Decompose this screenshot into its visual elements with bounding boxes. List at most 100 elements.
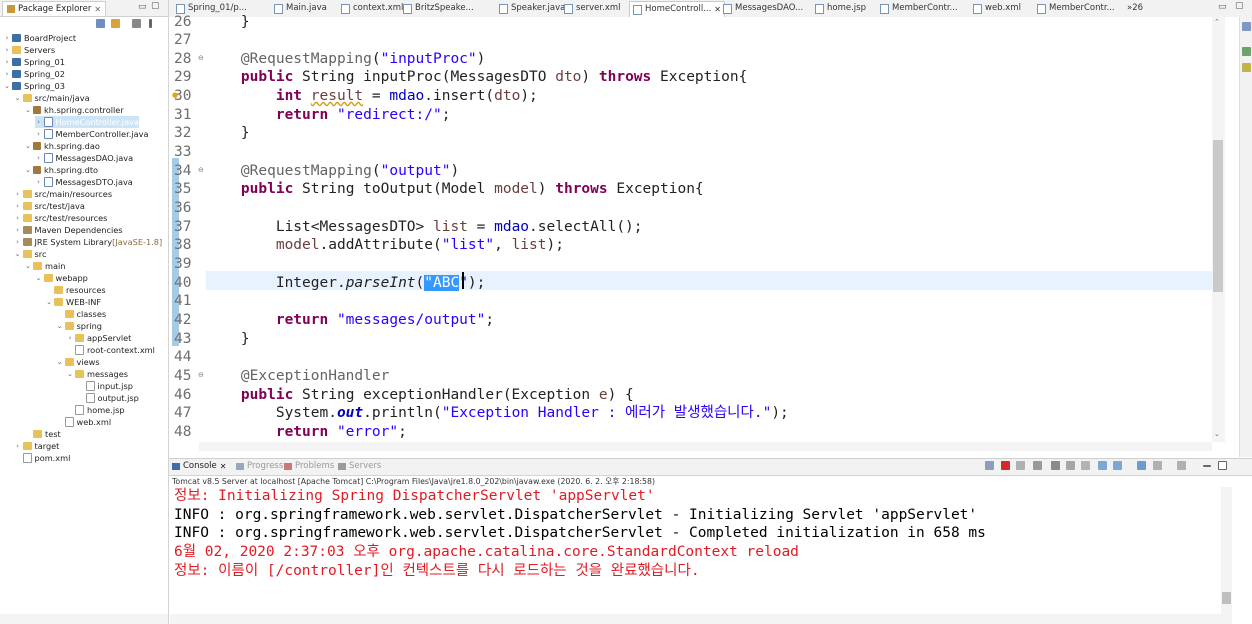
fold-icon[interactable]: ⊖ bbox=[198, 166, 204, 174]
code-line[interactable]: 29 public String inputProc(MessagesDTO d… bbox=[174, 68, 747, 87]
tree-item[interactable]: ⌄ views bbox=[56, 356, 100, 368]
console-tab[interactable]: Servers bbox=[338, 461, 381, 471]
chevron-down-icon[interactable]: ⌄ bbox=[3, 80, 11, 92]
chevron-right-icon[interactable]: › bbox=[3, 56, 11, 68]
maximize-icon[interactable]: ▢ bbox=[1235, 1, 1244, 11]
tree-item[interactable]: › src/test/resources bbox=[14, 212, 107, 224]
editor-tab[interactable]: MemberContr... bbox=[880, 1, 958, 16]
open-console-icon[interactable] bbox=[1177, 461, 1186, 470]
code-line[interactable]: 42 return "messages/output"; bbox=[174, 311, 494, 330]
clear-console-icon[interactable] bbox=[1051, 461, 1060, 470]
editor-tab[interactable]: Main.java bbox=[274, 1, 327, 16]
tree-item[interactable]: root-context.xml bbox=[66, 344, 155, 356]
close-icon[interactable]: ✕ bbox=[714, 2, 721, 17]
chevron-down-icon[interactable]: ⌄ bbox=[24, 260, 32, 272]
selected-text[interactable]: "ABC bbox=[424, 274, 460, 291]
chevron-right-icon[interactable]: › bbox=[66, 332, 74, 344]
tree-item[interactable]: output.jsp bbox=[77, 392, 139, 404]
collapse-all-icon[interactable] bbox=[96, 19, 105, 28]
chevron-right-icon[interactable]: › bbox=[3, 44, 11, 56]
outline-icon[interactable] bbox=[1242, 22, 1251, 31]
code-line[interactable]: 48 return "error"; bbox=[174, 423, 407, 442]
editor-scroll-thumb[interactable] bbox=[1213, 140, 1223, 292]
remove-all-terminated-icon[interactable] bbox=[1033, 461, 1042, 470]
chevron-down-icon[interactable]: ⌄ bbox=[24, 140, 32, 152]
code-line[interactable]: 37 List<MessagesDTO> list = mdao.selectA… bbox=[174, 218, 643, 237]
tree-item[interactable]: › JRE System Library [JavaSE-1.8] bbox=[14, 236, 162, 248]
editor-tab[interactable]: context.xml bbox=[341, 1, 403, 16]
editor-tab[interactable]: HomeControll... ✕ bbox=[629, 1, 725, 17]
chevron-right-icon[interactable]: › bbox=[35, 116, 43, 128]
console-scroll-thumb[interactable] bbox=[1222, 592, 1231, 604]
code-line[interactable]: 38 model.addAttribute("list", list); bbox=[174, 236, 564, 255]
scroll-down-icon[interactable]: ⌄ bbox=[1214, 430, 1220, 438]
editor-tab[interactable]: home.jsp bbox=[815, 1, 866, 16]
tree-item[interactable]: › Spring_01 bbox=[3, 56, 65, 68]
word-wrap-icon[interactable] bbox=[1081, 461, 1090, 470]
editor-tab[interactable]: Speaker.java bbox=[499, 1, 565, 16]
tree-item[interactable]: ⌄ WEB-INF bbox=[45, 296, 101, 308]
code-line[interactable]: 45 @ExceptionHandler bbox=[174, 367, 389, 386]
tree-item[interactable]: ⌄ messages bbox=[66, 368, 128, 380]
console-horizontal-scrollbar[interactable] bbox=[170, 614, 1221, 624]
link-with-editor-icon[interactable] bbox=[111, 19, 120, 28]
tree-item[interactable]: ⌄ Spring_03 bbox=[3, 80, 65, 92]
fold-icon[interactable]: ⊖ bbox=[198, 371, 204, 379]
code-line[interactable]: 27 bbox=[174, 31, 206, 50]
code-line[interactable]: 34 @RequestMapping("output") bbox=[174, 162, 459, 181]
tree-item[interactable]: › MemberController.java bbox=[35, 128, 148, 140]
remove-launch-icon[interactable] bbox=[1016, 461, 1025, 470]
tree-item[interactable]: ⌄ kh.spring.dto bbox=[24, 164, 98, 176]
tree-item[interactable]: ⌄ src bbox=[14, 248, 47, 260]
code-line[interactable]: 39 bbox=[174, 255, 206, 274]
editor-tab[interactable]: server.xml bbox=[564, 1, 621, 16]
tree-item[interactable]: › appServlet bbox=[66, 332, 132, 344]
package-explorer-horizontal-scrollbar[interactable] bbox=[0, 614, 168, 624]
tree-item[interactable]: › BoardProject bbox=[3, 32, 76, 44]
chevron-down-icon[interactable]: ⌄ bbox=[14, 248, 22, 260]
maximize-icon[interactable]: ▢ bbox=[151, 1, 160, 11]
chevron-right-icon[interactable]: › bbox=[14, 212, 22, 224]
code-line[interactable]: 30 int result = mdao.insert(dto); bbox=[174, 87, 538, 106]
code-line[interactable]: 43 } bbox=[174, 330, 250, 349]
tree-item[interactable]: › HomeController.java bbox=[34, 116, 139, 128]
editor-horizontal-scrollbar[interactable] bbox=[199, 442, 1212, 451]
task-list-icon[interactable] bbox=[1242, 47, 1251, 56]
tree-item[interactable]: test bbox=[24, 428, 61, 440]
code-line[interactable]: 33 bbox=[174, 143, 206, 162]
display-console-icon[interactable] bbox=[1153, 461, 1162, 470]
maximize-console-icon[interactable] bbox=[1218, 461, 1227, 470]
chevron-right-icon[interactable]: › bbox=[14, 440, 22, 452]
editor-tab[interactable]: BritzSpeake... bbox=[403, 1, 474, 16]
tree-item[interactable]: ⌄ main bbox=[24, 260, 65, 272]
fold-icon[interactable]: ⊖ bbox=[198, 54, 204, 62]
tree-item[interactable]: ⌄ kh.spring.dao bbox=[24, 140, 100, 152]
close-icon[interactable]: ✕ bbox=[94, 5, 101, 14]
code-line[interactable]: 36 bbox=[174, 199, 206, 218]
restart-icon[interactable] bbox=[985, 461, 994, 470]
chevron-down-icon[interactable]: ⌄ bbox=[14, 92, 22, 104]
chevron-right-icon[interactable]: › bbox=[35, 128, 43, 140]
tree-item[interactable]: › src/test/java bbox=[14, 200, 85, 212]
pin-console-icon[interactable] bbox=[1137, 461, 1146, 470]
filter-icon[interactable] bbox=[132, 19, 141, 28]
code-line[interactable]: 44 bbox=[174, 348, 206, 367]
chevron-right-icon[interactable]: › bbox=[14, 200, 22, 212]
code-line[interactable]: 32 } bbox=[174, 124, 250, 143]
chevron-down-icon[interactable]: ⌄ bbox=[56, 320, 64, 332]
chevron-right-icon[interactable]: › bbox=[35, 176, 43, 188]
code-line[interactable]: 26 } bbox=[174, 13, 250, 32]
console-tab[interactable]: Console ✕ bbox=[172, 461, 226, 471]
minimize-console-icon[interactable] bbox=[1203, 465, 1211, 467]
console-tab[interactable]: Problems bbox=[284, 461, 334, 471]
scroll-up-icon[interactable]: ⌃ bbox=[1214, 18, 1220, 26]
console-tab[interactable]: Progress bbox=[236, 461, 283, 471]
package-explorer-tab[interactable]: Package Explorer ✕ bbox=[2, 1, 107, 16]
tree-item[interactable]: ⌄ src/main/java bbox=[14, 92, 90, 104]
show-stdout-icon[interactable] bbox=[1098, 461, 1107, 470]
chevron-down-icon[interactable]: ⌄ bbox=[35, 272, 43, 284]
close-icon[interactable]: ✕ bbox=[220, 462, 227, 471]
view-menu-icon[interactable] bbox=[149, 19, 152, 28]
scroll-lock-icon[interactable] bbox=[1066, 461, 1075, 470]
editor-tab[interactable]: MessagesDAO... bbox=[723, 1, 803, 16]
